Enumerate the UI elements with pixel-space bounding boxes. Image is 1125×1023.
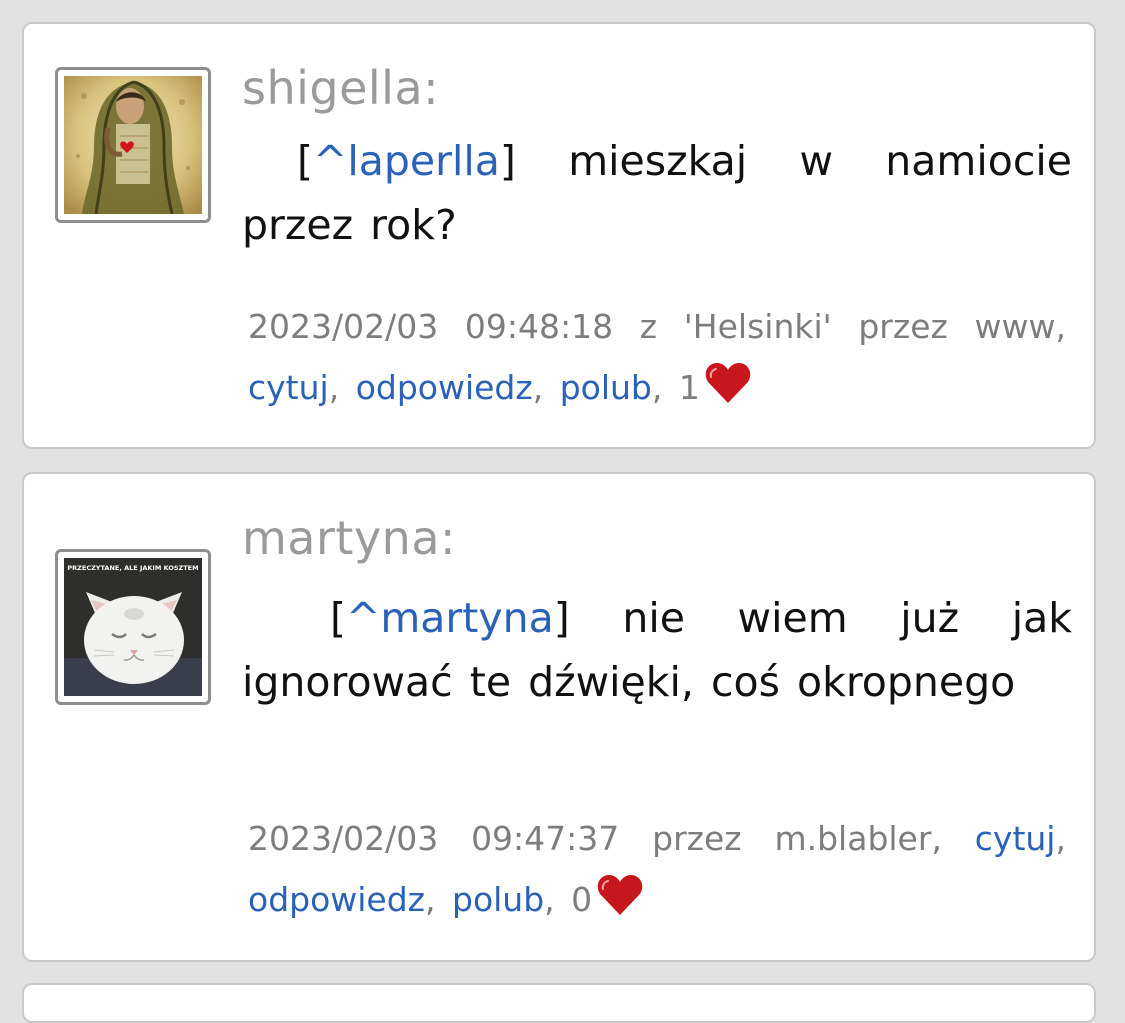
via-label: przez	[858, 307, 948, 346]
post-card-partial	[22, 983, 1096, 1023]
post-source: m.blabler	[774, 819, 932, 858]
avatar[interactable]	[55, 67, 211, 223]
reply-to-link[interactable]: ^martyna	[346, 594, 554, 642]
quote-link[interactable]: cytuj	[248, 368, 329, 407]
heart-icon	[705, 363, 751, 403]
post-source: www	[974, 307, 1056, 346]
like-count: 0	[571, 880, 593, 919]
author-name[interactable]: martyna:	[242, 510, 456, 566]
post-meta: 2023/02/03 09:48:18 z 'Helsinki' przez w…	[248, 307, 1066, 407]
post-time: 09:47:37	[471, 819, 620, 858]
post-date: 2023/02/03	[248, 819, 439, 858]
avatar-caption: PRZECZYTANE, ALE JAKIM KOSZTEM	[67, 564, 198, 572]
post-location: 'Helsinki'	[683, 307, 832, 346]
avatar[interactable]: PRZECZYTANE, ALE JAKIM KOSZTEM	[55, 549, 211, 705]
avatar-kitten-image: PRZECZYTANE, ALE JAKIM KOSZTEM	[64, 558, 202, 696]
like-count: 1	[678, 368, 700, 407]
post-card: PRZECZYTANE, ALE JAKIM KOSZTEM martyna: …	[22, 472, 1096, 962]
post-time: 09:48:18	[464, 307, 614, 346]
heart-icon	[597, 875, 643, 915]
avatar-painting-image	[64, 76, 202, 214]
reply-link[interactable]: odpowiedz	[356, 368, 533, 407]
reply-bracket-close: ]	[499, 137, 516, 185]
post-meta: 2023/02/03 09:47:37 przez m.blabler, cyt…	[248, 819, 1066, 919]
reply-to-link[interactable]: ^laperlla	[313, 137, 500, 185]
via-label: przez	[652, 819, 742, 858]
reply-bracket-close: ]	[553, 594, 570, 642]
post-date: 2023/02/03	[248, 307, 439, 346]
post-card: shigella: [^laperlla] mieszkaj w namioci…	[22, 22, 1096, 449]
reply-bracket-open: [	[330, 594, 346, 642]
like-link[interactable]: polub	[452, 880, 544, 919]
reply-link[interactable]: odpowiedz	[248, 880, 425, 919]
message-text: [^laperlla] mieszkaj w namiocie przez ro…	[242, 129, 1072, 257]
message-text: [^martyna] nie wiem już jak ignorować te…	[242, 586, 1072, 714]
quote-link[interactable]: cytuj	[975, 819, 1056, 858]
reply-bracket-open: [	[297, 137, 313, 185]
author-name[interactable]: shigella:	[242, 60, 439, 116]
like-link[interactable]: polub	[560, 368, 652, 407]
from-label: z	[639, 307, 658, 346]
